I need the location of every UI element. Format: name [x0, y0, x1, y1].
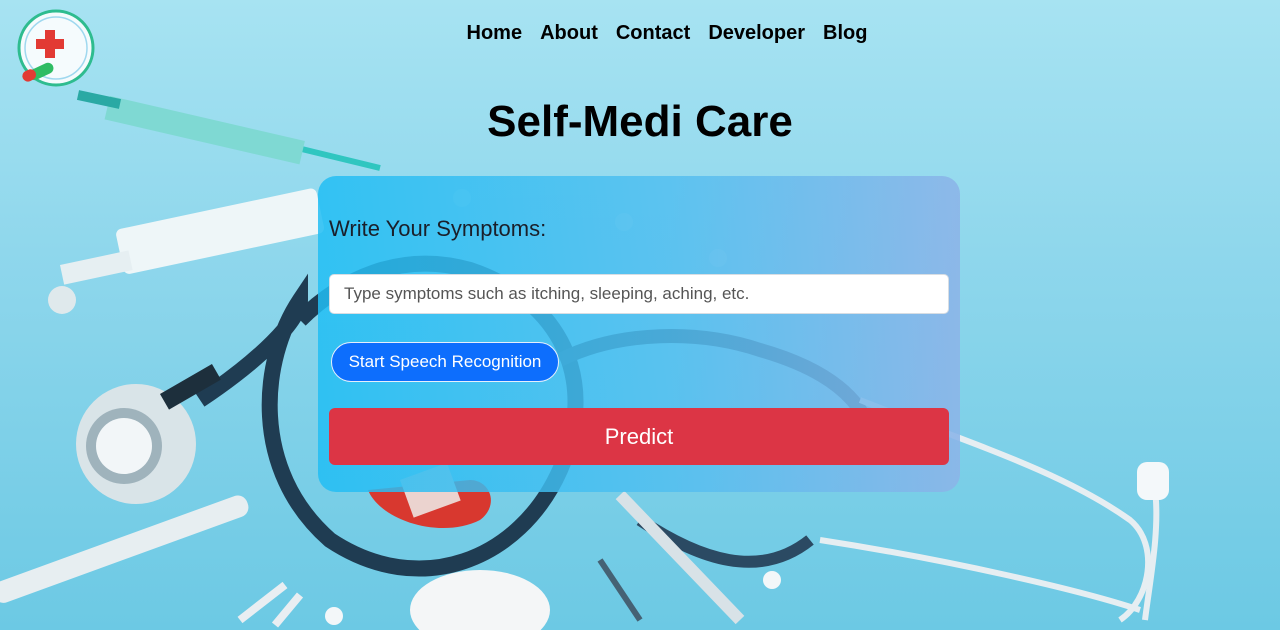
- main-nav: Home About Contact Developer Blog: [0, 18, 1280, 48]
- page-title: Self-Medi Care: [487, 97, 793, 146]
- stethoscope-earpiece: [1137, 462, 1169, 500]
- nav-blog-link[interactable]: Blog: [823, 18, 867, 48]
- thermometer-illustration: [0, 495, 249, 603]
- scissors-illustration: [237, 581, 304, 628]
- stethoscope-chestpiece: [76, 364, 221, 504]
- start-speech-recognition-button[interactable]: Start Speech Recognition: [331, 342, 559, 382]
- bandage-roll-illustration: [410, 570, 550, 630]
- nav-developer-link[interactable]: Developer: [708, 18, 805, 48]
- nav-about-link[interactable]: About: [540, 18, 598, 48]
- nav-home-link[interactable]: Home: [467, 18, 523, 48]
- symptom-label: Write Your Symptoms:: [329, 216, 547, 241]
- page: Home About Contact Developer Blog Self-M…: [0, 0, 1280, 630]
- symptom-input[interactable]: [329, 274, 949, 314]
- syringe-illustration-2: [48, 188, 324, 314]
- symptom-form-card: Write Your Symptoms: Start Speech Recogn…: [318, 176, 960, 492]
- nav-contact-link[interactable]: Contact: [616, 18, 690, 48]
- predict-button[interactable]: Predict: [329, 408, 949, 465]
